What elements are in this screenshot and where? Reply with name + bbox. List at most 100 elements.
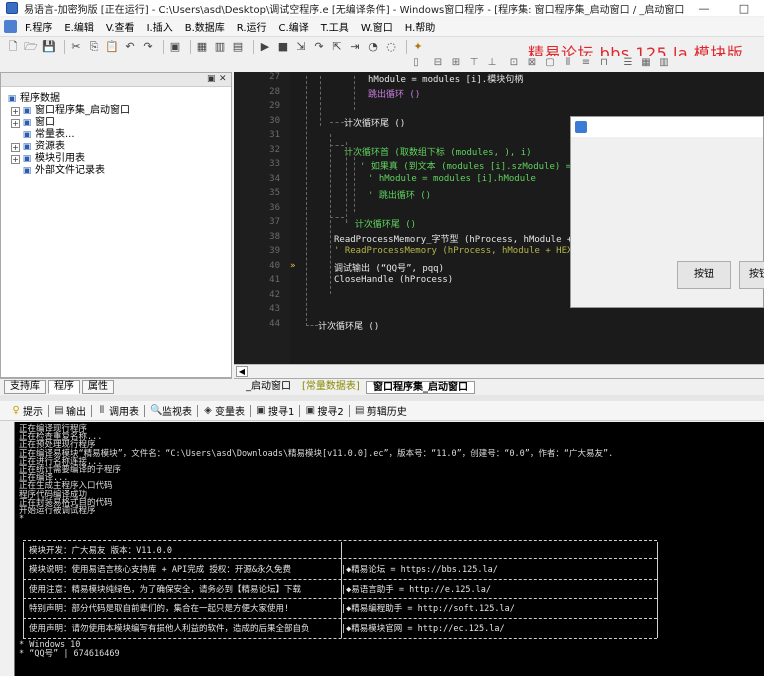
box-border [23,540,657,541]
tree-item[interactable]: ▣ 外部文件记录表 [1,165,231,177]
scroll-left-icon[interactable]: ◀ [236,366,248,377]
info-row-left: 使用注意：精易模块纯绿色，为了确保安全，请务必到【精易论坛】下载 [29,585,302,595]
tab-hint[interactable]: ♀ 提示 [8,403,46,418]
center-h-icon[interactable]: ⊓ [598,57,610,69]
vspace-icon[interactable]: ≡ [580,57,592,69]
undo-icon[interactable]: ↶ [123,40,137,54]
tab-constant-table[interactable]: [常量数据表] [296,381,366,394]
tab-program[interactable]: 程序 [48,380,80,394]
tree-item[interactable]: ▣ 程序数据 [1,93,231,105]
paste-icon[interactable]: 📋 [105,40,119,54]
lock-icon[interactable]: ▥ [658,57,670,69]
tree-expander-icon[interactable]: + [11,142,20,152]
menu-program[interactable]: F.程序 [19,19,58,34]
code-line[interactable]: ' 如果真 (到文本 (modules [i].szModule) = [360,159,571,172]
tab-variables[interactable]: ◈ 变量表 [200,403,248,418]
tab-search-1[interactable]: ▣ 搜寻1 [253,403,297,418]
layout-split-icon[interactable]: ▥ [213,40,227,54]
align-top-icon[interactable]: ⊤ [468,57,480,69]
align-left-icon[interactable]: ▯ [410,57,422,69]
cut-icon[interactable]: ✂ [69,40,83,54]
info-row-left: 特别声明：部分代码是取自前辈们的，集合在一起只是方便大家使用! [29,604,290,614]
step-into-icon[interactable]: ⇲ [294,40,308,54]
code-line[interactable]: ' ReadProcessMemory (hProcess, hModule +… [334,246,600,256]
tree-expander-icon[interactable]: + [11,106,20,116]
find-icon[interactable]: ▣ [168,40,182,54]
menu-window[interactable]: W.窗口 [355,19,399,34]
code-line[interactable]: ReadProcessMemory_字节型 (hProcess, hModule… [334,232,596,245]
open-folder-icon[interactable]: 🗁 [24,40,38,54]
tree-expander-icon[interactable]: + [11,118,20,128]
panel-pin-icon[interactable]: ▣ [207,73,216,86]
menu-insert[interactable]: I.插入 [141,19,179,34]
menu-edit[interactable]: E.编辑 [58,19,100,34]
grid-icon[interactable]: ▦ [640,57,652,69]
code-line[interactable]: ' 跳出循环 () [368,188,431,201]
step-out-icon[interactable]: ⇱ [330,40,344,54]
align-bottom-icon[interactable]: ⊥ [486,57,498,69]
code-line[interactable]: 计次循环尾 () [344,116,405,129]
redo-icon[interactable]: ↷ [141,40,155,54]
line-number-gutter: 27 28 29 30 31 32 33 34 35 36 37 38 39 40 41 42 43 44 [234,72,290,364]
menu-run[interactable]: R.运行 [231,19,273,34]
tab-output[interactable]: ▤ 输出 [51,403,89,418]
code-line[interactable]: 计次循环首 (取数组下标 (modules, ), i) [344,145,532,158]
output-tabs: ♀ 提示 ▤ 输出 ⦀ 调用表 🔍 监视表 ◈ 变量表 ▣ 搜寻1 ▣ 搜寻2 ▤ 剪辑历史 [0,401,764,421]
step-over-icon[interactable]: ↷ [312,40,326,54]
tree-item[interactable]: + ▣ 窗口程序集_启动窗口 [1,105,231,117]
tab-watch[interactable]: 🔍 监视表 [147,403,195,418]
dialog-button-2[interactable]: 按钮 [739,261,764,289]
menu-view[interactable]: V.查看 [100,19,141,34]
editor-horizontal-scrollbar[interactable]: ◀ [234,364,764,378]
code-line[interactable]: ' 计次循环尾 () [344,217,416,230]
minimize-button[interactable]: — [684,2,724,15]
menu-compile[interactable]: C.编译 [273,19,315,34]
panel-close-icon[interactable]: ✕ [219,73,227,86]
tab-startup-window[interactable]: _启动窗口 [240,381,297,394]
maximize-button[interactable]: □ [724,2,764,15]
copy-icon[interactable]: ⎘ [87,40,101,54]
menu-help[interactable]: H.帮助 [399,19,442,34]
tab-order-icon[interactable]: ☰ [622,57,634,69]
align-right-icon[interactable]: ⊞ [450,57,462,69]
code-line[interactable]: 计次循环尾 () [318,319,379,332]
box-border [23,579,657,580]
layout-window-icon[interactable]: ▤ [231,40,245,54]
app-menu-icon[interactable] [4,20,17,33]
code-line[interactable]: CloseHandle (hProcess) [334,275,453,285]
tree-item[interactable]: + ▣ 窗口 [1,117,231,129]
tree-expander-icon[interactable]: + [11,154,20,164]
clear-breakpoint-icon[interactable]: ◌ [384,40,398,54]
tab-program-set[interactable]: 窗口程序集_启动窗口 [366,381,475,394]
tree-item[interactable]: + ▣ 模块引用表 [1,153,231,165]
output-console[interactable]: 正在编译现行程序 正在检查重复名称... 正在预处理现行程序 正在编译易模块“精易模块… [14,422,764,676]
tab-call-stack[interactable]: ⦀ 调用表 [94,403,142,418]
align-center-icon[interactable]: ⊟ [432,57,444,69]
same-size-icon[interactable]: ▢ [544,57,556,69]
code-line[interactable]: 跳出循环 () [368,87,420,100]
menu-database[interactable]: B.数据库 [179,19,231,34]
code-line[interactable]: hModule = modules [i].模块句柄 [368,72,523,85]
tab-properties[interactable]: 属性 [82,380,114,394]
tab-support-library[interactable]: 支持库 [4,380,46,394]
menu-tools[interactable]: T.工具 [315,19,355,34]
dialog-button-1[interactable]: 按钮 [677,261,731,289]
tab-clipboard-history[interactable]: ▤ 剪辑历史 [352,403,410,418]
same-width-icon[interactable]: ⊡ [508,57,520,69]
breakpoint-icon[interactable]: ◔ [366,40,380,54]
stop-icon[interactable]: ■ [276,40,290,54]
new-file-icon[interactable]: 🗋 [6,40,20,54]
run-to-cursor-icon[interactable]: ⇥ [348,40,362,54]
hspace-icon[interactable]: ⫴ [562,57,574,69]
tree-item[interactable]: + ▣ 资源表 [1,141,231,153]
save-icon[interactable]: 💾 [42,40,56,54]
binoculars-icon[interactable]: ✦ [411,40,425,54]
code-line[interactable]: 调试输出 (“QQ号”, pqq) [334,261,444,274]
tree-item[interactable]: ▣ 常量表... [1,129,231,141]
run-icon[interactable]: ▶ [258,40,272,54]
tab-search-2[interactable]: ▣ 搜寻2 [302,403,346,418]
line-number: 44 [269,318,280,329]
code-line[interactable]: ' hModule = modules [i].hModule [368,174,536,184]
same-height-icon[interactable]: ⊠ [526,57,538,69]
layout-grid-icon[interactable]: ▦ [195,40,209,54]
